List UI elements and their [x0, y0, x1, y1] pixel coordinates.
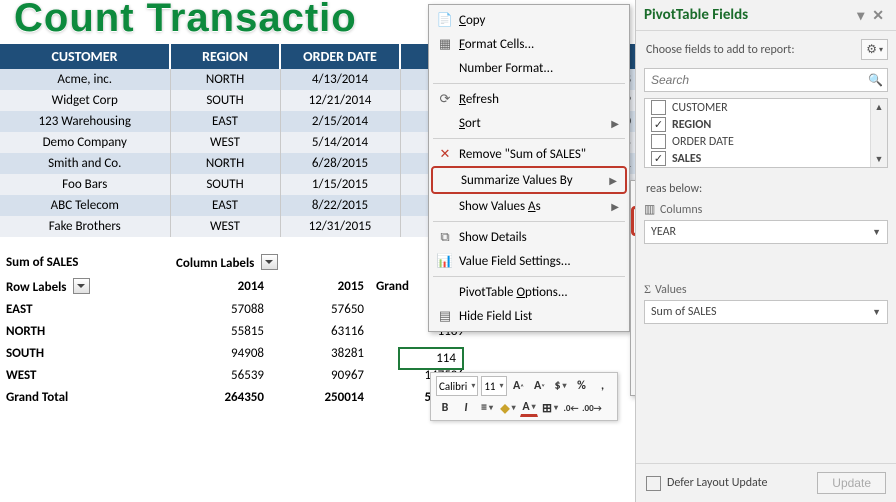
field-sales[interactable]: SALES: [645, 150, 887, 167]
menu-copy[interactable]: Copy: [431, 8, 627, 32]
chevron-down-icon: ▼: [872, 227, 881, 238]
blank-icon: [435, 198, 455, 214]
pivot-row-labels[interactable]: Row Labels: [0, 275, 170, 299]
shrink-font-icon[interactable]: A˅: [531, 377, 549, 395]
col-customer[interactable]: CUSTOMER: [0, 44, 170, 69]
checkbox[interactable]: [651, 151, 666, 166]
pivot-row[interactable]: NORTH55815631161189: [0, 321, 470, 343]
pivot-gt-2014: 264350: [170, 387, 270, 409]
menu-format-cells[interactable]: Format Cells...: [431, 32, 627, 56]
scroll-down-icon[interactable]: ▼: [871, 151, 887, 167]
grow-font-icon[interactable]: A˄: [510, 377, 528, 395]
context-menu[interactable]: CopyFormat Cells...Number Format... Refre…: [428, 4, 630, 332]
fields-list[interactable]: CUSTOMERREGIONORDER DATESALES ▲ ▼: [644, 98, 888, 168]
hide-icon: [435, 308, 455, 324]
format-icon: [435, 36, 455, 52]
font-color-icon[interactable]: A▾: [520, 400, 538, 417]
pivot-values-label: Sum of SALES: [0, 251, 170, 275]
row-labels-dropdown[interactable]: [73, 278, 90, 294]
pane-title: PivotTable Fields: [644, 6, 748, 24]
field-region[interactable]: REGION: [645, 116, 887, 133]
menu-number-format[interactable]: Number Format...: [431, 56, 627, 80]
pivot-col-2014[interactable]: 2014: [170, 275, 270, 299]
vfs-icon: [435, 253, 455, 269]
menu-sort[interactable]: Sort▶: [431, 111, 627, 135]
italic-icon[interactable]: I: [457, 399, 475, 417]
show-icon: [435, 229, 455, 245]
bold-icon[interactable]: B: [436, 399, 454, 417]
checkbox[interactable]: [651, 117, 666, 132]
refresh-icon: [435, 91, 455, 107]
blank-icon: [435, 115, 455, 131]
gear-icon: ⚙: [866, 42, 877, 57]
columns-area-label: Columns: [644, 202, 888, 217]
sigma-icon: [644, 282, 651, 297]
blank-icon: [437, 172, 457, 188]
pane-dropdown-icon[interactable]: ▾: [853, 7, 868, 24]
font-select[interactable]: Calibri▾: [436, 376, 478, 396]
pivot-gt-label: Grand Total: [0, 387, 170, 409]
col-labels-dropdown[interactable]: [261, 254, 278, 270]
menu-show-values-as[interactable]: Show Values As▶: [431, 194, 627, 218]
menu-pivottable-options[interactable]: PivotTable Options...: [431, 280, 627, 304]
values-item[interactable]: Sum of SALES ▼: [644, 300, 888, 324]
chevron-right-icon: ▶: [611, 200, 619, 213]
selected-cell[interactable]: 114: [398, 347, 464, 370]
col-region[interactable]: REGION: [170, 44, 280, 69]
comma-icon[interactable]: ,: [594, 377, 612, 395]
field-search[interactable]: 🔍: [644, 68, 888, 92]
pivot-row[interactable]: EAST5708857650114: [0, 299, 470, 321]
align-icon[interactable]: ≡▾: [478, 399, 496, 417]
pane-close-icon[interactable]: ✕: [868, 7, 888, 24]
scroll-up-icon[interactable]: ▲: [871, 99, 887, 115]
defer-label: Defer Layout Update: [667, 476, 768, 490]
col-order-date[interactable]: ORDER DATE: [280, 44, 400, 69]
search-icon: 🔍: [868, 73, 883, 88]
columns-icon: [644, 202, 656, 217]
chevron-right-icon: ▶: [611, 117, 619, 130]
menu-refresh[interactable]: Refresh: [431, 87, 627, 111]
menu-summarize-values-by[interactable]: Summarize Values By▶: [431, 166, 627, 194]
size-select[interactable]: 11▾: [481, 376, 506, 396]
borders-icon[interactable]: ⊞▾: [541, 399, 559, 417]
menu-remove-sum-of-sales[interactable]: Remove "Sum of SALES": [431, 142, 627, 166]
remove-icon: [435, 146, 455, 162]
menu-value-field-settings[interactable]: Value Field Settings...: [431, 249, 627, 273]
menu-hide-field-list[interactable]: Hide Field List: [431, 304, 627, 328]
columns-item[interactable]: YEAR ▼: [644, 220, 888, 244]
percent-icon[interactable]: %: [573, 377, 591, 395]
defer-checkbox[interactable]: [646, 476, 661, 491]
blank-icon: [435, 60, 455, 76]
pivot-fields-pane: PivotTable Fields ▾ ✕ Choose fields to a…: [635, 0, 896, 502]
blank-icon: [435, 284, 455, 300]
pivot-col-2015[interactable]: 2015: [270, 275, 370, 299]
currency-icon[interactable]: $▾: [552, 377, 570, 395]
values-area-label: Values: [644, 282, 888, 297]
search-input[interactable]: [649, 72, 868, 88]
chevron-right-icon: ▶: [609, 174, 617, 187]
copy-icon: [435, 12, 455, 28]
drag-fields-label: reas below:: [636, 176, 896, 198]
update-button[interactable]: Update: [817, 472, 886, 494]
pivot-table: Sum of SALES Column Labels Row Labels 20…: [0, 251, 470, 409]
pivot-gt-2015: 250014: [270, 387, 370, 409]
field-order-date[interactable]: ORDER DATE: [645, 133, 887, 150]
choose-fields-label: Choose fields to add to report:: [646, 43, 795, 57]
menu-show-details[interactable]: Show Details: [431, 225, 627, 249]
checkbox[interactable]: [651, 134, 666, 149]
layout-gear-button[interactable]: ⚙ ▾: [861, 39, 888, 60]
chevron-down-icon: ▼: [872, 307, 881, 318]
mini-toolbar[interactable]: Calibri▾ 11▾ A˄ A˅ $▾ % , B I ≡▾ ◆▾ A▾ ⊞…: [430, 372, 618, 421]
checkbox[interactable]: [651, 100, 666, 115]
field-customer[interactable]: CUSTOMER: [645, 99, 887, 116]
scrollbar[interactable]: ▲ ▼: [870, 99, 887, 167]
fill-color-icon[interactable]: ◆▾: [499, 399, 517, 417]
pivot-column-labels[interactable]: Column Labels: [170, 251, 470, 275]
decimal-inc-icon[interactable]: .0←: [562, 399, 580, 417]
decimal-dec-icon[interactable]: .00→: [583, 399, 601, 417]
